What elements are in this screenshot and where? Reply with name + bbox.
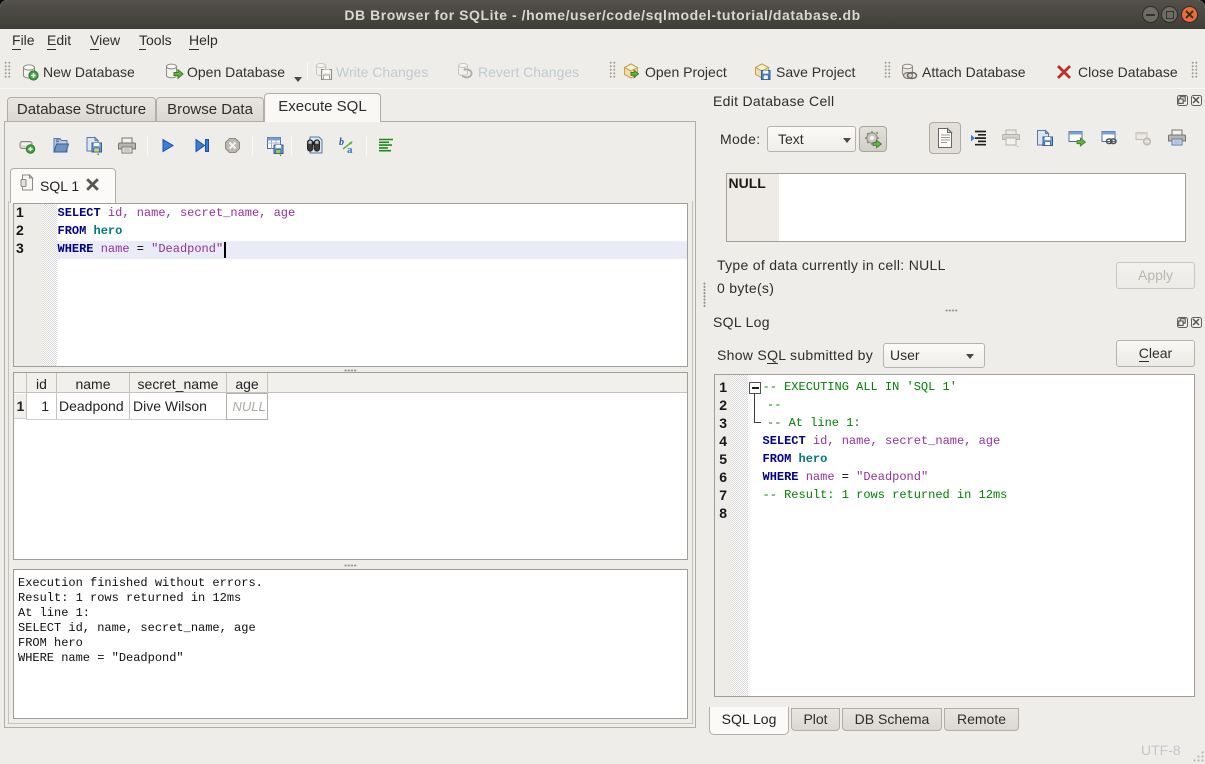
svg-text:b: b [339,137,344,148]
